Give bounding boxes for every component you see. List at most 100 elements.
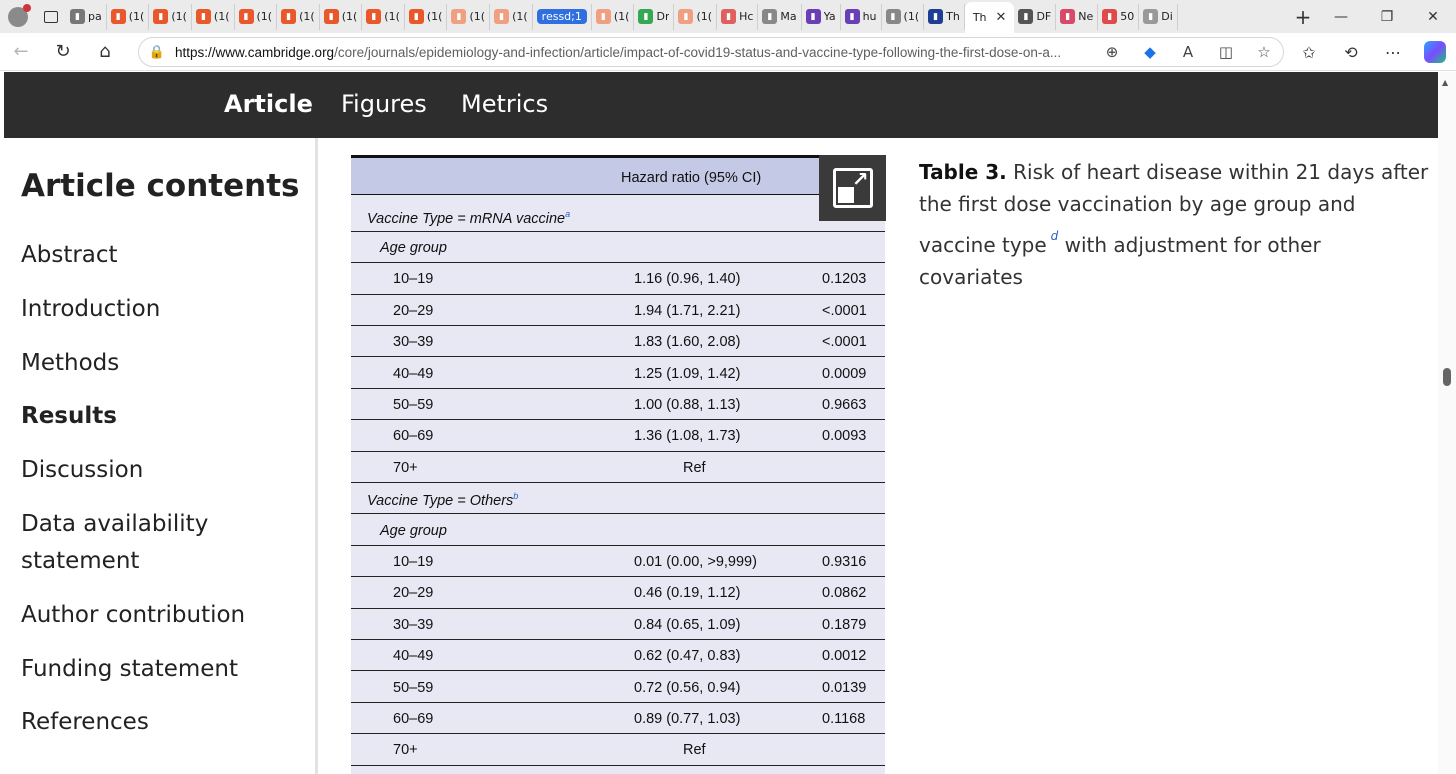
p-value-cell: 0.0009 xyxy=(822,365,867,382)
sidebar-item-references[interactable]: References xyxy=(21,704,311,741)
tab-a-10[interactable]: ▮ (1( xyxy=(490,3,533,30)
coupon-tag-icon[interactable]: ◆ xyxy=(1131,43,1169,61)
tab-b-3[interactable]: ▮ Hc xyxy=(717,3,759,30)
tab-b-0[interactable]: ▮ (1( xyxy=(592,3,635,30)
table-row: 70+ Ref xyxy=(351,452,885,484)
age-cell: 30–39 xyxy=(393,616,434,633)
tab-b-6[interactable]: ▮ hu xyxy=(841,3,882,30)
tab-a-1[interactable]: ▮ (1( xyxy=(107,3,150,30)
tab-favicon-icon: ▮ xyxy=(805,9,821,24)
favorites-icon[interactable]: ✩ xyxy=(1288,43,1330,62)
minimize-button[interactable]: — xyxy=(1318,0,1364,33)
tab-favicon-icon: ▮ xyxy=(1143,9,1159,24)
new-tab-button[interactable]: + xyxy=(1288,5,1318,29)
tab-a-8[interactable]: ▮ (1( xyxy=(405,3,448,30)
tab-metrics[interactable]: Metrics xyxy=(461,90,548,118)
p-value-cell: 0.1879 xyxy=(822,616,867,633)
footnote-link[interactable]: a xyxy=(565,209,570,219)
tab-c-1[interactable]: ▮ Ne xyxy=(1056,3,1099,30)
tab-a-9[interactable]: ▮ (1( xyxy=(447,3,491,30)
close-window-button[interactable]: ✕ xyxy=(1410,0,1456,33)
sidebar-item-results[interactable]: Results xyxy=(21,398,311,435)
section-label: Vaccine Type = mRNA vaccinea xyxy=(367,208,571,227)
tab-c-0[interactable]: ▮ DF xyxy=(1014,3,1057,30)
url-text[interactable]: https://www.cambridge.org/core/journals/… xyxy=(175,45,1093,60)
table-header: Hazard ratio (95% CI) xyxy=(351,155,885,195)
zoom-icon[interactable]: ⊕ xyxy=(1093,43,1131,61)
address-bar[interactable]: 🔒 https://www.cambridge.org/core/journal… xyxy=(138,37,1284,67)
tab-a-5[interactable]: ▮ (1( xyxy=(277,3,320,30)
tab-b-1[interactable]: ▮ Dr xyxy=(634,3,675,30)
tab-favicon-icon: ▮ xyxy=(721,9,737,24)
hazard-ratio-cell: 0.46 (0.19, 1.12) xyxy=(634,585,741,602)
tab-actions-button[interactable] xyxy=(36,0,66,33)
caption-footnote-link[interactable]: d xyxy=(1051,229,1059,243)
tab-favicon-icon: ▮ xyxy=(494,9,510,24)
tab-a-4[interactable]: ▮ (1( xyxy=(235,3,278,30)
tab-ressd[interactable]: ressd;1 xyxy=(533,3,592,30)
more-menu-icon[interactable]: ⋯ xyxy=(1372,43,1414,62)
tab-b-4[interactable]: ▮ Ma xyxy=(758,3,802,30)
history-icon[interactable]: ⟲ xyxy=(1330,43,1372,62)
tab-article[interactable]: Article xyxy=(224,90,313,118)
browser-tab-strip: ▮ pa ▮ (1(▮ (1(▮ (1(▮ (1(▮ (1(▮ (1(▮ (1(▮ (1(▮ (1(▮… xyxy=(0,0,1456,33)
lock-icon[interactable]: 🔒 xyxy=(139,45,175,60)
tab-a-6[interactable]: ▮ (1( xyxy=(320,3,363,30)
tab-c-3[interactable]: ▮ Di xyxy=(1139,3,1178,30)
sidebar-item-methods[interactable]: Methods xyxy=(21,345,311,382)
p-value-cell: 0.0862 xyxy=(822,585,867,602)
p-value-cell: 0.0093 xyxy=(822,428,867,445)
restore-button[interactable]: ❐ xyxy=(1364,0,1410,33)
tab-a-7[interactable]: ▮ (1( xyxy=(362,3,405,30)
tab-b-8[interactable]: ▮ Th xyxy=(924,3,965,30)
caption-label: Table 3. xyxy=(919,160,1007,184)
tab-active[interactable]: Th ✕ xyxy=(964,2,1015,33)
home-button[interactable]: ⌂ xyxy=(84,33,126,71)
page-scrollbar[interactable]: ▲ xyxy=(1438,72,1456,774)
tab-label: (1( xyxy=(903,10,920,23)
back-button[interactable]: ← xyxy=(0,33,42,71)
scroll-up-arrow-icon[interactable]: ▲ xyxy=(1442,78,1448,87)
p-value-cell: 0.9316 xyxy=(822,553,867,570)
age-cell: 10–19 xyxy=(393,553,434,570)
tab-favicon-icon: ▮ xyxy=(70,9,85,24)
refresh-button[interactable]: ↻ xyxy=(42,33,84,71)
profile-button[interactable] xyxy=(0,0,36,33)
tab-b-7[interactable]: ▮ (1( xyxy=(882,3,925,30)
close-tab-icon[interactable]: ✕ xyxy=(996,10,1007,25)
hazard-ratio-cell: 0.72 (0.56, 0.94) xyxy=(634,679,741,696)
p-value-cell: 0.9663 xyxy=(822,396,867,413)
scrollbar-thumb[interactable] xyxy=(1443,368,1451,386)
tab-figures[interactable]: Figures xyxy=(341,90,427,118)
tab-a-0[interactable]: ▮ pa xyxy=(66,3,107,30)
sidebar-item-introduction[interactable]: Introduction xyxy=(21,291,311,328)
tab-a-2[interactable]: ▮ (1( xyxy=(149,3,192,30)
sidebar-item-discussion[interactable]: Discussion xyxy=(21,452,311,489)
p-value-cell: 0.0139 xyxy=(822,679,867,696)
split-screen-icon[interactable]: ◫ xyxy=(1207,43,1245,61)
tab-c-2[interactable]: ▮ 50 xyxy=(1098,3,1140,30)
table-row: 10–19 1.16 (0.96, 1.40) 0.1203 xyxy=(351,263,885,295)
tab-a-3[interactable]: ▮ (1( xyxy=(192,3,235,30)
tab-label: Di xyxy=(1161,10,1173,23)
read-aloud-icon[interactable]: A xyxy=(1169,43,1207,61)
tab-favicon-icon: ▮ xyxy=(195,9,211,24)
tab-label: (1( xyxy=(341,10,358,23)
tab-label: (1( xyxy=(512,10,528,23)
sidebar-item-author-contribution[interactable]: Author contribution xyxy=(21,597,311,634)
footnote-link[interactable]: b xyxy=(513,491,518,501)
url-host: https://www.cambridge.org xyxy=(175,44,335,60)
sidebar-item-data-availability[interactable]: Data availability statement xyxy=(21,506,311,580)
tab-b-5[interactable]: ▮ Ya xyxy=(802,3,841,30)
hazard-ratio-cell: 0.84 (0.65, 1.09) xyxy=(634,616,741,633)
sidebar-item-abstract[interactable]: Abstract xyxy=(21,237,311,274)
sidebar-item-funding[interactable]: Funding statement xyxy=(21,651,311,688)
tab-b-2[interactable]: ▮ (1( xyxy=(674,3,718,30)
tab-label: 50 xyxy=(1120,10,1135,23)
favorite-star-icon[interactable]: ☆ xyxy=(1245,43,1283,61)
tab-favicon-icon: ▮ xyxy=(844,9,860,24)
copilot-icon[interactable] xyxy=(1424,41,1446,63)
expand-table-button[interactable] xyxy=(819,155,886,221)
tab-label: Th xyxy=(946,10,960,23)
tab-favicon-icon: ▮ xyxy=(451,9,467,24)
